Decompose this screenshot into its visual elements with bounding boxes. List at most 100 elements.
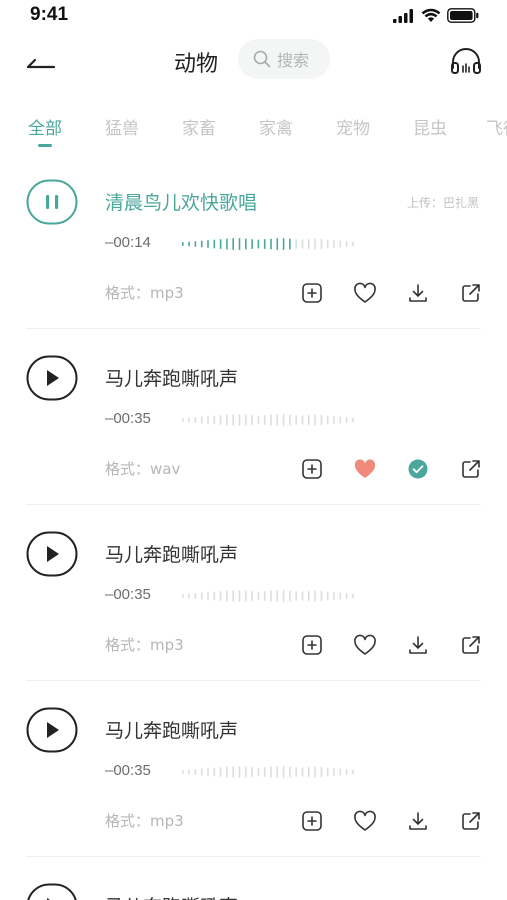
waveform-bar xyxy=(326,591,329,601)
sound-item[interactable]: 马儿奔跑嘶吼声 –00:35 格式：mp3 xyxy=(0,520,507,696)
tab-poultry[interactable]: 家禽 xyxy=(259,114,293,139)
downloaded-button[interactable] xyxy=(405,456,431,482)
waveform-bar xyxy=(320,239,323,249)
waveform-bar xyxy=(301,239,304,249)
waveform-bar xyxy=(339,416,342,424)
tab-beasts[interactable]: 猛兽 xyxy=(105,114,139,139)
status-icons xyxy=(393,8,479,23)
waveform-bar xyxy=(238,766,241,778)
waveform-bar xyxy=(182,770,184,774)
play-button[interactable] xyxy=(26,707,78,753)
waveform-bar xyxy=(207,768,209,776)
back-button[interactable] xyxy=(24,48,58,72)
waveform-bar xyxy=(308,591,310,601)
waveform-bar xyxy=(352,769,354,775)
share-button[interactable] xyxy=(458,808,484,834)
pause-button[interactable] xyxy=(26,179,78,225)
waveform-bar xyxy=(314,238,316,250)
wifi-icon xyxy=(421,8,441,22)
status-time: 9:41 xyxy=(30,4,69,25)
waveform[interactable] xyxy=(181,235,357,253)
download-icon xyxy=(409,284,427,302)
waveform-bar xyxy=(226,590,228,602)
waveform[interactable] xyxy=(181,587,357,605)
waveform[interactable] xyxy=(181,763,357,781)
like-button[interactable] xyxy=(352,280,378,306)
waveform-bar xyxy=(219,415,222,425)
waveform-bar xyxy=(251,239,253,249)
share-button[interactable] xyxy=(458,632,484,658)
headphones-button[interactable] xyxy=(449,46,483,76)
waveform-bar xyxy=(282,766,285,778)
waveform-bar xyxy=(326,415,329,425)
add-to-list-button[interactable] xyxy=(299,632,325,658)
play-button[interactable] xyxy=(26,883,78,900)
like-button[interactable] xyxy=(352,632,378,658)
item-title: 马儿奔跑嘶吼声 xyxy=(105,892,238,900)
waveform-bar xyxy=(182,418,184,422)
waveform-bar xyxy=(339,592,342,600)
waveform-bar xyxy=(320,415,323,425)
waveform-bar xyxy=(188,593,190,599)
waveform-bar xyxy=(333,240,335,248)
waveform-bar xyxy=(308,415,310,425)
tab-flying[interactable]: 飞行 xyxy=(486,114,507,139)
play-button[interactable] xyxy=(26,531,78,577)
add-square-icon xyxy=(302,283,322,303)
waveform-bar xyxy=(245,590,247,602)
tab-pets[interactable]: 宠物 xyxy=(336,114,370,139)
check-circle-icon xyxy=(408,459,428,479)
waveform-bar xyxy=(200,240,203,248)
header: 动物 搜索 xyxy=(0,36,507,84)
duration-label: –00:35 xyxy=(105,586,151,603)
add-to-list-button[interactable] xyxy=(299,808,325,834)
add-square-icon xyxy=(302,459,322,479)
waveform-bar xyxy=(200,768,203,776)
add-square-icon xyxy=(302,635,322,655)
waveform-bar xyxy=(295,239,297,249)
waveform-bar xyxy=(276,590,279,602)
like-button[interactable] xyxy=(352,808,378,834)
waveform-bar xyxy=(251,591,253,601)
sound-item[interactable]: 清晨鸟儿欢快歌唱 上传：巴扎黑 –00:14 格式：mp3 xyxy=(0,168,507,344)
status-bar: 9:41 xyxy=(0,0,507,34)
add-to-list-button[interactable] xyxy=(299,280,325,306)
waveform-bar xyxy=(352,593,354,599)
share-icon xyxy=(462,812,480,830)
tab-all[interactable]: 全部 xyxy=(28,114,62,139)
download-button[interactable] xyxy=(405,280,431,306)
share-button[interactable] xyxy=(458,456,484,482)
sound-item[interactable]: 马儿奔跑嘶吼声 –00:35 格式：wav xyxy=(0,344,507,520)
waveform-bar xyxy=(352,417,354,423)
waveform-bar xyxy=(194,241,197,247)
download-button[interactable] xyxy=(405,808,431,834)
waveform-bar xyxy=(295,767,297,777)
waveform-bar xyxy=(282,238,285,250)
play-icon xyxy=(27,883,77,900)
item-title: 马儿奔跑嘶吼声 xyxy=(105,544,239,566)
search-placeholder: 搜索 xyxy=(277,51,310,70)
tab-livestock[interactable]: 家畜 xyxy=(182,114,216,139)
download-button[interactable] xyxy=(405,632,431,658)
waveform-bar xyxy=(339,768,342,776)
waveform-bar xyxy=(320,591,323,601)
sound-item[interactable]: 马儿奔跑嘶吼声 –00:35 格式：mp3 xyxy=(0,696,507,872)
waveform-bar xyxy=(295,415,297,425)
waveform-bar xyxy=(263,767,266,777)
tab-insects[interactable]: 昆虫 xyxy=(413,114,447,139)
waveform-bar xyxy=(213,767,216,777)
play-button[interactable] xyxy=(26,355,78,401)
add-to-list-button[interactable] xyxy=(299,456,325,482)
sound-item[interactable]: 马儿奔跑嘶吼声 xyxy=(0,872,507,900)
waveform-bar xyxy=(207,592,209,600)
heart-filled-icon xyxy=(354,459,376,478)
search-input[interactable]: 搜索 xyxy=(238,39,330,79)
waveform[interactable] xyxy=(181,411,357,429)
divider xyxy=(26,680,481,681)
share-button[interactable] xyxy=(458,280,484,306)
like-button[interactable] xyxy=(352,456,378,482)
waveform-bar xyxy=(238,414,241,426)
waveform-bar xyxy=(257,767,260,777)
waveform-bar xyxy=(263,591,266,601)
share-icon xyxy=(462,460,480,478)
